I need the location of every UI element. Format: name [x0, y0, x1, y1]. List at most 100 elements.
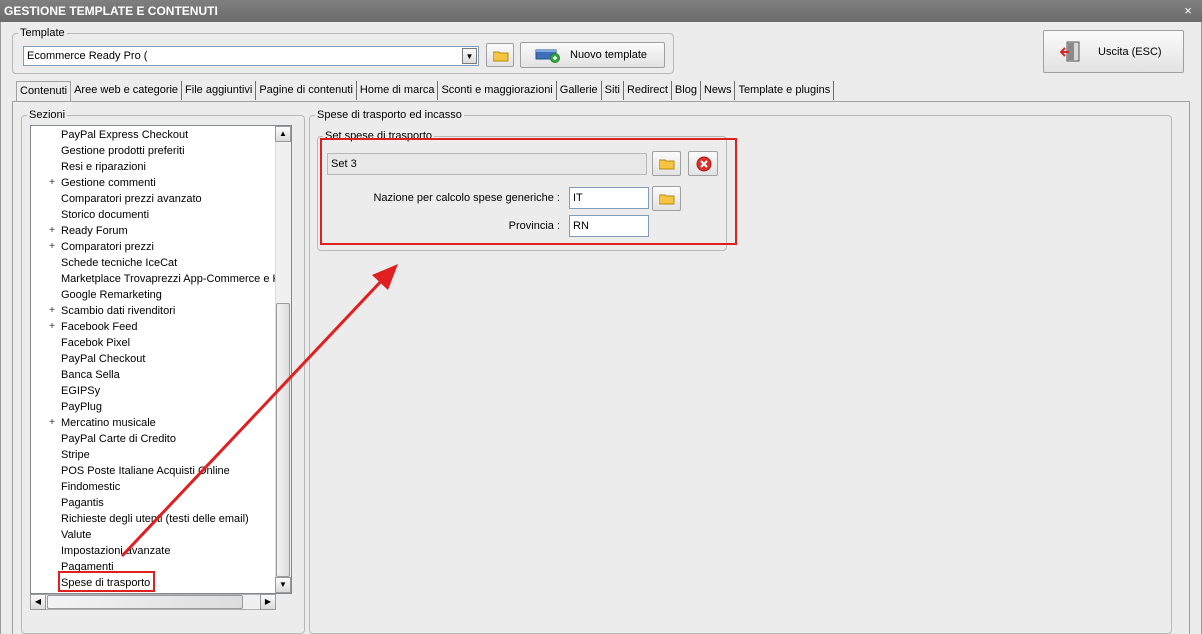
- tree-item-label: EGIPSy: [61, 385, 101, 397]
- expand-icon[interactable]: +: [48, 242, 56, 252]
- tab-home-marca[interactable]: Home di marca: [357, 81, 439, 100]
- tab-siti[interactable]: Siti: [602, 81, 624, 100]
- close-icon[interactable]: ×: [1180, 0, 1196, 22]
- tree-item[interactable]: Findomestic: [31, 479, 276, 495]
- tab-contenuti[interactable]: Contenuti: [16, 81, 72, 101]
- tree-item-label: PayPal Carte di Credito: [61, 433, 176, 445]
- tab-gallerie[interactable]: Gallerie: [557, 81, 602, 100]
- tree-item[interactable]: PayPlug: [31, 399, 276, 415]
- tree-item[interactable]: + Ready Forum: [31, 223, 276, 239]
- tree-item-label: Comparatori prezzi: [61, 241, 154, 253]
- tree-item[interactable]: + Gestione commenti: [31, 175, 276, 191]
- tab-aree-web[interactable]: Aree web e categorie: [71, 81, 183, 100]
- tab-redirect[interactable]: Redirect: [624, 81, 672, 100]
- tree-item[interactable]: PayPal Checkout: [31, 351, 276, 367]
- tree-item-label: PayPal Express Checkout: [61, 129, 189, 141]
- tree-item-label: Storico documenti: [61, 209, 150, 221]
- tree-item[interactable]: Valute: [31, 527, 276, 543]
- new-template-button[interactable]: Nuovo template: [520, 42, 665, 68]
- tree-item[interactable]: Storico documenti: [31, 207, 276, 223]
- tree-item[interactable]: + Facebook Feed: [31, 319, 276, 335]
- scroll-right-icon[interactable]: ▶: [260, 594, 276, 610]
- tree-item[interactable]: PayPal Express Checkout: [31, 127, 276, 143]
- tree-item-label: Stripe: [61, 449, 90, 461]
- exit-button-label: Uscita (ESC): [1098, 46, 1162, 58]
- tree-vertical-scrollbar[interactable]: ▲ ▼: [275, 126, 291, 593]
- tree-item[interactable]: Comparatori prezzi avanzato: [31, 191, 276, 207]
- tree-item-label: POS Poste Italiane Acquisti Online: [61, 465, 230, 477]
- tree-item-label: Facebok Pixel: [61, 337, 131, 349]
- tree-item[interactable]: Facebok Pixel: [31, 335, 276, 351]
- tree-item-label: Mercatino musicale: [61, 417, 156, 429]
- tree-item[interactable]: Gestione prodotti preferiti: [31, 143, 276, 159]
- template-combo[interactable]: Ecommerce Ready Pro ( ▼: [23, 46, 479, 66]
- tree-item[interactable]: Schede tecniche IceCat: [31, 255, 276, 271]
- tree-item-label: Richieste degli utenti (testi delle emai…: [61, 513, 249, 525]
- scroll-left-icon[interactable]: ◀: [30, 594, 46, 610]
- tree-item[interactable]: Banca Sella: [31, 367, 276, 383]
- tree-item[interactable]: Resi e riparazioni: [31, 159, 276, 175]
- tree-item-label: PayPal Checkout: [61, 353, 146, 365]
- tree-horizontal-scrollbar[interactable]: ◀ ▶: [30, 594, 276, 610]
- tab-file-aggiuntivi[interactable]: File aggiuntivi: [182, 81, 257, 100]
- expand-icon[interactable]: +: [48, 306, 56, 316]
- tree-item-label: Banca Sella: [61, 369, 120, 381]
- sections-tree[interactable]: Spese di trasporto Pagamenti Impostazioni …: [30, 125, 292, 594]
- tree-item-label: Comparatori prezzi avanzato: [61, 193, 202, 205]
- chevron-down-icon[interactable]: ▼: [462, 48, 477, 64]
- expand-icon[interactable]: +: [48, 418, 56, 428]
- tree-item-label: Pagantis: [61, 497, 104, 509]
- tree-item[interactable]: Google Remarketing: [31, 287, 276, 303]
- exit-button[interactable]: Uscita (ESC): [1043, 30, 1184, 73]
- sections-group-label: Sezioni: [27, 109, 68, 121]
- tree-item[interactable]: Marketplace Trovaprezzi App-Commerce e K…: [31, 271, 282, 287]
- tree-item-label: Findomestic: [61, 481, 121, 493]
- tree-item-label: Gestione prodotti preferiti: [61, 145, 185, 157]
- tree-item[interactable]: Impostazioni avanzate: [31, 543, 276, 559]
- tab-news[interactable]: News: [701, 81, 736, 100]
- tree-item-label: Facebook Feed: [61, 321, 138, 333]
- tree-item[interactable]: + Mercatino musicale: [31, 415, 276, 431]
- exit-door-icon: [1060, 41, 1080, 62]
- tab-pagine-contenuti[interactable]: Pagine di contenuti: [256, 81, 357, 100]
- tree-item[interactable]: PayPal Carte di Credito: [31, 431, 276, 447]
- expand-icon[interactable]: +: [48, 178, 56, 188]
- tree-item[interactable]: Pagantis: [31, 495, 276, 511]
- tree-item-label: Schede tecniche IceCat: [61, 257, 178, 269]
- tree-item[interactable]: + Scambio dati rivenditori: [31, 303, 276, 319]
- title-bar: GESTIONE TEMPLATE E CONTENUTI: [0, 0, 1202, 22]
- new-template-label: Nuovo template: [570, 49, 648, 61]
- annotation-highlight-box: [320, 138, 737, 245]
- tree-item[interactable]: POS Poste Italiane Acquisti Online: [31, 463, 276, 479]
- open-template-button[interactable]: [486, 43, 514, 67]
- tree-item[interactable]: Richieste degli utenti (testi delle emai…: [31, 511, 276, 527]
- tree-item[interactable]: Stripe: [31, 447, 276, 463]
- tree-item-label: Scambio dati rivenditori: [61, 305, 176, 317]
- shipping-group-label: Spese di trasporto ed incasso: [315, 109, 464, 121]
- hscroll-thumb[interactable]: [47, 595, 243, 609]
- tab-sconti[interactable]: Sconti e maggiorazioni: [438, 81, 557, 100]
- tree-item-label: Google Remarketing: [61, 289, 162, 301]
- expand-icon[interactable]: +: [48, 226, 56, 236]
- template-group-label: Template: [18, 27, 67, 39]
- tree-item-label: Impostazioni avanzate: [61, 545, 171, 557]
- add-window-icon: [535, 49, 560, 63]
- tab-strip: Contenuti Aree web e categorie File aggiun…: [16, 81, 835, 102]
- expand-icon[interactable]: +: [48, 322, 56, 332]
- scroll-thumb[interactable]: [276, 303, 290, 577]
- tree-item-label: Valute: [61, 529, 92, 541]
- tree-item[interactable]: + Comparatori prezzi: [31, 239, 276, 255]
- template-combo-value: Ecommerce Ready Pro (: [27, 50, 148, 62]
- tree-item-label: Resi e riparazioni: [61, 161, 146, 173]
- tree-item-label: Gestione commenti: [61, 177, 156, 189]
- tab-blog[interactable]: Blog: [672, 81, 701, 100]
- tree-item-label: PayPlug: [61, 401, 102, 413]
- annotation-selected-box: [58, 571, 155, 592]
- folder-icon: [493, 51, 509, 62]
- tree-item-label: Ready Forum: [61, 225, 128, 237]
- tab-template-plugins[interactable]: Template e plugins: [735, 81, 835, 100]
- tree-item[interactable]: EGIPSy: [31, 383, 276, 399]
- scroll-up-icon[interactable]: ▲: [275, 126, 291, 142]
- scroll-down-icon[interactable]: ▼: [275, 577, 291, 593]
- tree-item-label: Marketplace Trovaprezzi App-Commerce e K…: [61, 273, 283, 285]
